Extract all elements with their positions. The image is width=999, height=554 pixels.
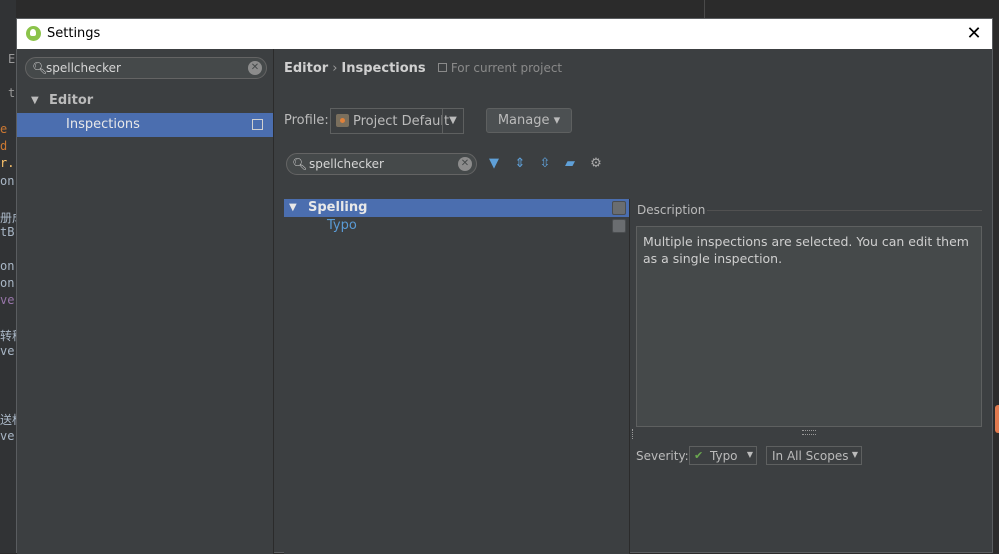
background-code-line: e [0, 122, 8, 136]
chevron-down-icon[interactable]: ▼ [852, 450, 858, 459]
project-scope-icon [437, 63, 447, 72]
background-code-line: on [0, 276, 15, 290]
project-scope-text: For current project [450, 61, 563, 75]
expand-arrow-icon[interactable]: ▼ [31, 95, 39, 106]
breadcrumb: Editor › Inspections For current project [284, 61, 562, 76]
typo-severity-icon: ✔ [694, 449, 704, 462]
severity-label: Severity: [636, 449, 689, 463]
settings-sidebar: 🔍︎ spellchecker ✕ ▼ Editor Inspections [17, 49, 274, 554]
inspection-filter-input[interactable]: 🔍︎ spellchecker ✕ [286, 153, 477, 175]
profile-select[interactable]: Project Default ▼ [330, 108, 464, 134]
inspection-tree: ▼ Spelling Typo [284, 199, 630, 554]
close-icon[interactable]: ✕ [962, 22, 986, 46]
resize-handle[interactable] [802, 430, 816, 435]
profile-label: Profile: [284, 113, 329, 128]
background-code-line: ve [0, 429, 15, 443]
background-code-line: E [8, 52, 16, 66]
filter-icon[interactable]: ▼ [485, 155, 503, 173]
project-scope-icon [252, 119, 263, 130]
breadcrumb-separator: › [332, 61, 338, 76]
severity-select[interactable]: ✔ Typo ▼ [689, 446, 757, 465]
chevron-down-icon[interactable]: ▼ [747, 450, 753, 459]
scope-select[interactable]: In All Scopes ▼ [766, 446, 862, 465]
background-code-line: ve [0, 344, 15, 358]
side-tab[interactable] [995, 405, 999, 433]
search-icon: 🔍︎ [32, 61, 48, 75]
spelling-checkbox[interactable] [612, 201, 626, 215]
typo-checkbox[interactable] [612, 219, 626, 233]
sidebar-item-label: Editor [49, 93, 94, 108]
clear-filter-icon[interactable]: ✕ [458, 157, 472, 171]
tree-row-spelling[interactable]: ▼ Spelling [284, 199, 629, 217]
collapse-all-icon[interactable]: ⇳ [536, 155, 554, 173]
profile-icon [336, 114, 349, 127]
sidebar-item-editor[interactable]: ▼ Editor [17, 91, 273, 111]
description-separator [707, 210, 982, 211]
inspection-filter-value: spellchecker [309, 157, 384, 171]
breadcrumb-inspections: Inspections [341, 61, 426, 76]
android-studio-icon [26, 26, 41, 41]
tree-row-label: Typo [327, 218, 357, 233]
clear-search-icon[interactable]: ✕ [248, 61, 262, 75]
background-code-line: tB [0, 225, 15, 239]
scope-value: In All Scopes [772, 449, 849, 463]
sidebar-item-label: Inspections [66, 117, 140, 132]
search-icon: 🔍︎ [292, 157, 308, 171]
description-text: Multiple inspections are selected. You c… [636, 226, 982, 427]
breadcrumb-editor: Editor [284, 61, 329, 76]
tree-row-label: Spelling [308, 200, 368, 215]
settings-search-input[interactable]: 🔍︎ spellchecker ✕ [25, 57, 267, 79]
split-handle[interactable] [632, 429, 635, 439]
description-label: Description [637, 203, 706, 217]
project-scope-note: For current project [437, 61, 563, 75]
background-code-line: ve [0, 293, 15, 307]
dialog-title: Settings [47, 26, 101, 41]
reset-icon[interactable]: ▰ [561, 155, 579, 173]
title-bar: Settings ✕ [17, 19, 992, 49]
background-code-line: on [0, 174, 15, 188]
background-code-line: t [8, 86, 16, 100]
chevron-down-icon[interactable]: ▼ [442, 109, 463, 133]
sidebar-item-inspections[interactable]: Inspections [17, 113, 273, 137]
settings-search-value: spellchecker [46, 61, 121, 75]
expand-all-icon[interactable]: ⇕ [511, 155, 529, 173]
manage-button[interactable]: Manage ▾ [486, 108, 572, 133]
settings-dialog: Settings ✕ 🔍︎ spellchecker ✕ ▼ Editor In… [16, 18, 993, 554]
background-code-line: r. [0, 156, 15, 170]
background-code-line: d [0, 139, 8, 153]
gear-icon[interactable]: ⚙ [587, 155, 605, 173]
tree-row-typo[interactable]: Typo [284, 217, 629, 235]
inspections-page: Editor › Inspections For current project P… [274, 49, 992, 554]
background-code-line: on [0, 259, 15, 273]
profile-value: Project Default [353, 114, 450, 129]
severity-value: Typo [710, 449, 738, 463]
expand-arrow-icon[interactable]: ▼ [289, 202, 297, 213]
background-divider [704, 0, 705, 18]
